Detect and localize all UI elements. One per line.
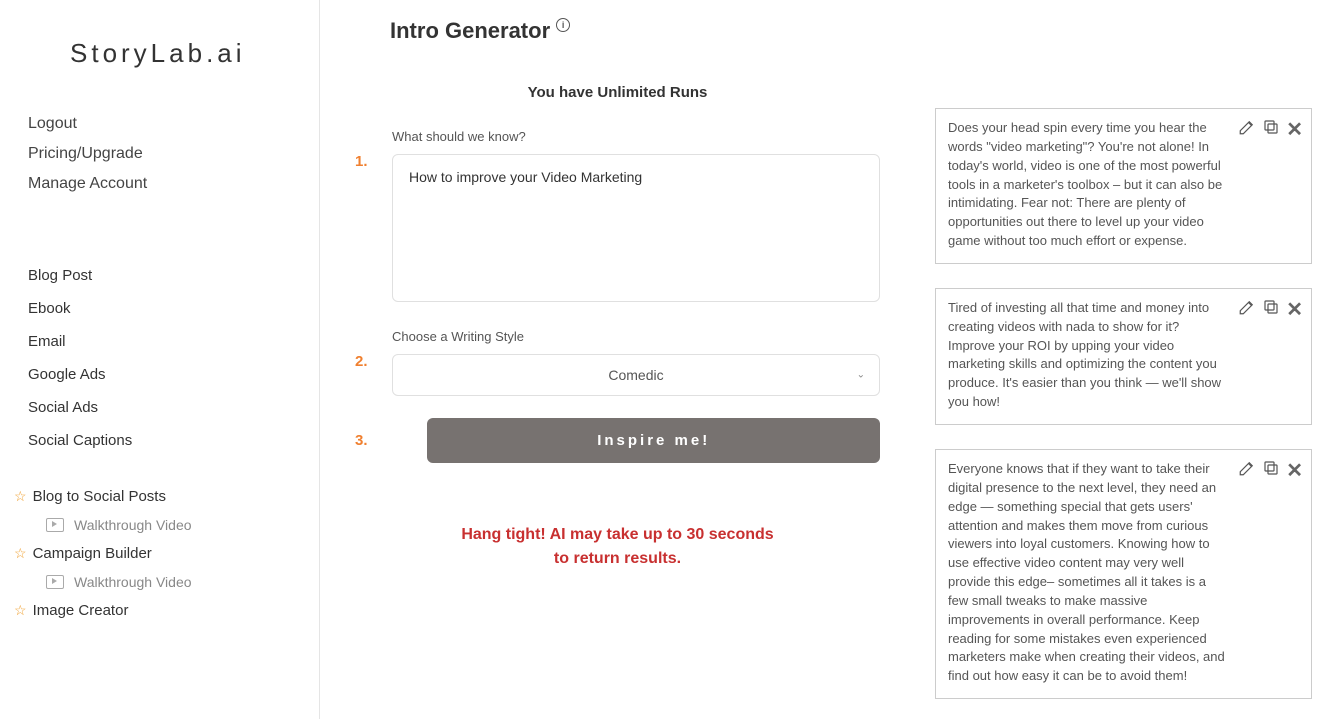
sidebar-item-social-ads[interactable]: Social Ads xyxy=(28,391,319,424)
star-icon: ☆ xyxy=(14,488,27,505)
sidebar-item-blog-to-social[interactable]: ☆ Blog to Social Posts xyxy=(14,482,319,511)
form-column: You have Unlimited Runs 1. What should w… xyxy=(355,84,880,699)
step-2: 2. Choose a Writing Style Comedic ⌄ xyxy=(355,329,880,396)
content-row: You have Unlimited Runs 1. What should w… xyxy=(355,84,1312,699)
app-root: StoryLab.ai Logout Pricing/Upgrade Manag… xyxy=(0,0,1337,719)
close-icon[interactable]: ✕ xyxy=(1286,297,1303,322)
sidebar-item-image-creator[interactable]: ☆ Image Creator xyxy=(14,596,319,625)
walkthrough-video-link[interactable]: Walkthrough Video xyxy=(28,568,319,596)
tool-list: Blog Post Ebook Email Google Ads Social … xyxy=(28,259,319,457)
result-card: ✕ Everyone knows that if they want to ta… xyxy=(935,449,1312,699)
step-body: What should we know? xyxy=(392,129,880,307)
style-label: Choose a Writing Style xyxy=(392,329,880,344)
star-icon: ☆ xyxy=(14,602,27,619)
runs-remaining-text: You have Unlimited Runs xyxy=(355,84,880,101)
step-1: 1. What should we know? xyxy=(355,129,880,307)
walkthrough-video-link[interactable]: Walkthrough Video xyxy=(28,511,319,539)
page-title: Intro Generator xyxy=(390,18,550,44)
copy-icon[interactable] xyxy=(1262,298,1280,321)
step-number: 3. xyxy=(355,432,375,449)
sidebar-item-email[interactable]: Email xyxy=(28,325,319,358)
logout-link[interactable]: Logout xyxy=(28,109,319,139)
sidebar-item-ebook[interactable]: Ebook xyxy=(28,292,319,325)
star-icon: ☆ xyxy=(14,545,27,562)
sub-item-label: Walkthrough Video xyxy=(74,574,192,590)
account-links: Logout Pricing/Upgrade Manage Account xyxy=(28,109,319,199)
select-value: Comedic xyxy=(608,367,663,383)
result-actions: ✕ xyxy=(1238,297,1303,322)
manage-account-link[interactable]: Manage Account xyxy=(28,169,319,199)
loading-line-1: Hang tight! AI may take up to 30 seconds xyxy=(355,523,880,547)
edit-icon[interactable] xyxy=(1238,118,1256,141)
sidebar-item-google-ads[interactable]: Google Ads xyxy=(28,358,319,391)
step-3: 3. Inspire me! xyxy=(355,418,880,463)
sidebar-item-campaign-builder[interactable]: ☆ Campaign Builder xyxy=(14,539,319,568)
sidebar-item-blog-post[interactable]: Blog Post xyxy=(28,259,319,292)
loading-message: Hang tight! AI may take up to 30 seconds… xyxy=(355,523,880,571)
edit-icon[interactable] xyxy=(1238,298,1256,321)
video-icon xyxy=(46,518,64,532)
brand-logo: StoryLab.ai xyxy=(70,38,319,69)
info-icon[interactable]: i xyxy=(556,18,570,32)
result-actions: ✕ xyxy=(1238,117,1303,142)
result-card: ✕ Does your head spin every time you hea… xyxy=(935,108,1312,264)
prompt-input[interactable] xyxy=(392,154,880,302)
close-icon[interactable]: ✕ xyxy=(1286,117,1303,142)
copy-icon[interactable] xyxy=(1262,118,1280,141)
writing-style-select[interactable]: Comedic ⌄ xyxy=(392,354,880,396)
sidebar-item-social-captions[interactable]: Social Captions xyxy=(28,424,319,457)
result-actions: ✕ xyxy=(1238,458,1303,483)
inspire-me-button[interactable]: Inspire me! xyxy=(427,418,880,463)
chevron-down-icon: ⌄ xyxy=(857,370,865,381)
step-body: Choose a Writing Style Comedic ⌄ xyxy=(392,329,880,396)
pricing-link[interactable]: Pricing/Upgrade xyxy=(28,139,319,169)
edit-icon[interactable] xyxy=(1238,459,1256,482)
copy-icon[interactable] xyxy=(1262,459,1280,482)
results-column: ✕ Does your head spin every time you hea… xyxy=(935,84,1312,699)
sidebar-item-label: Blog to Social Posts xyxy=(33,488,166,505)
sub-item-label: Walkthrough Video xyxy=(74,517,192,533)
result-card: ✕ Tired of investing all that time and m… xyxy=(935,288,1312,425)
step-number: 1. xyxy=(355,129,377,170)
sidebar-item-label: Image Creator xyxy=(33,602,129,619)
main-content: Intro Generator i You have Unlimited Run… xyxy=(320,0,1337,719)
close-icon[interactable]: ✕ xyxy=(1286,458,1303,483)
page-title-row: Intro Generator i xyxy=(390,18,1312,44)
result-text: Everyone knows that if they want to take… xyxy=(948,460,1299,686)
video-icon xyxy=(46,575,64,589)
step-number: 2. xyxy=(355,329,377,370)
prompt-label: What should we know? xyxy=(392,129,880,144)
sidebar-item-label: Campaign Builder xyxy=(33,545,152,562)
sidebar: StoryLab.ai Logout Pricing/Upgrade Manag… xyxy=(0,0,320,719)
loading-line-2: to return results. xyxy=(355,547,880,571)
